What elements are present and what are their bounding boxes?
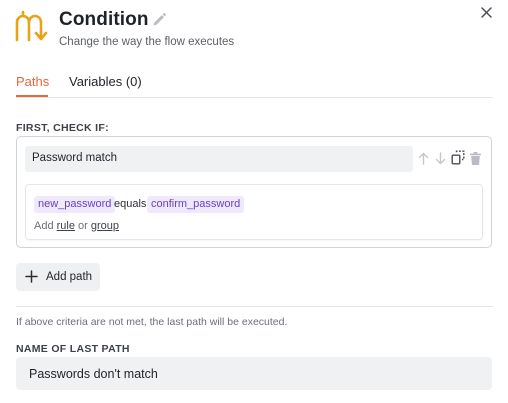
trash-icon[interactable]	[470, 152, 481, 165]
rule-group: new_password equals confirm_password Add…	[25, 184, 483, 240]
add-path-button[interactable]: Add path	[16, 263, 100, 291]
first-check-label: FIRST, CHECK IF:	[16, 122, 109, 134]
rule-right-operand[interactable]: confirm_password	[147, 196, 245, 213]
add-rule-prefix: Add	[34, 220, 54, 232]
add-path-label: Add path	[46, 271, 93, 283]
rule-operator[interactable]: equals	[114, 198, 146, 210]
tab-paths[interactable]: Paths	[16, 74, 49, 89]
add-rule-link[interactable]: rule	[57, 220, 75, 232]
rule-left-operand[interactable]: new_password	[34, 196, 116, 213]
arrow-up-icon[interactable]	[418, 152, 429, 165]
last-path-label: NAME OF LAST PATH	[16, 343, 130, 355]
duplicate-icon[interactable]	[451, 150, 465, 165]
path-card: Password match new_password equals confi…	[16, 136, 492, 248]
arrow-down-icon[interactable]	[435, 152, 446, 165]
page-title: Condition	[59, 9, 149, 30]
pencil-icon[interactable]	[151, 12, 167, 28]
tab-bar: Paths Variables (0)	[16, 72, 493, 98]
add-rule-row: Add rule or group	[34, 220, 119, 232]
active-tab-indicator	[16, 95, 48, 97]
add-rule-conjunction: or	[78, 220, 88, 232]
divider	[16, 306, 493, 307]
path-name-field[interactable]: Password match	[25, 146, 413, 172]
add-group-link[interactable]: group	[91, 220, 119, 232]
last-path-name-input[interactable]	[16, 357, 492, 390]
page-subtitle: Change the way the flow executes	[59, 36, 235, 48]
tab-variables[interactable]: Variables (0)	[69, 74, 142, 89]
fallback-note: If above criteria are not met, the last …	[16, 316, 288, 328]
plus-icon	[25, 270, 38, 283]
condition-branch-icon	[15, 10, 48, 42]
close-icon[interactable]	[479, 5, 494, 20]
